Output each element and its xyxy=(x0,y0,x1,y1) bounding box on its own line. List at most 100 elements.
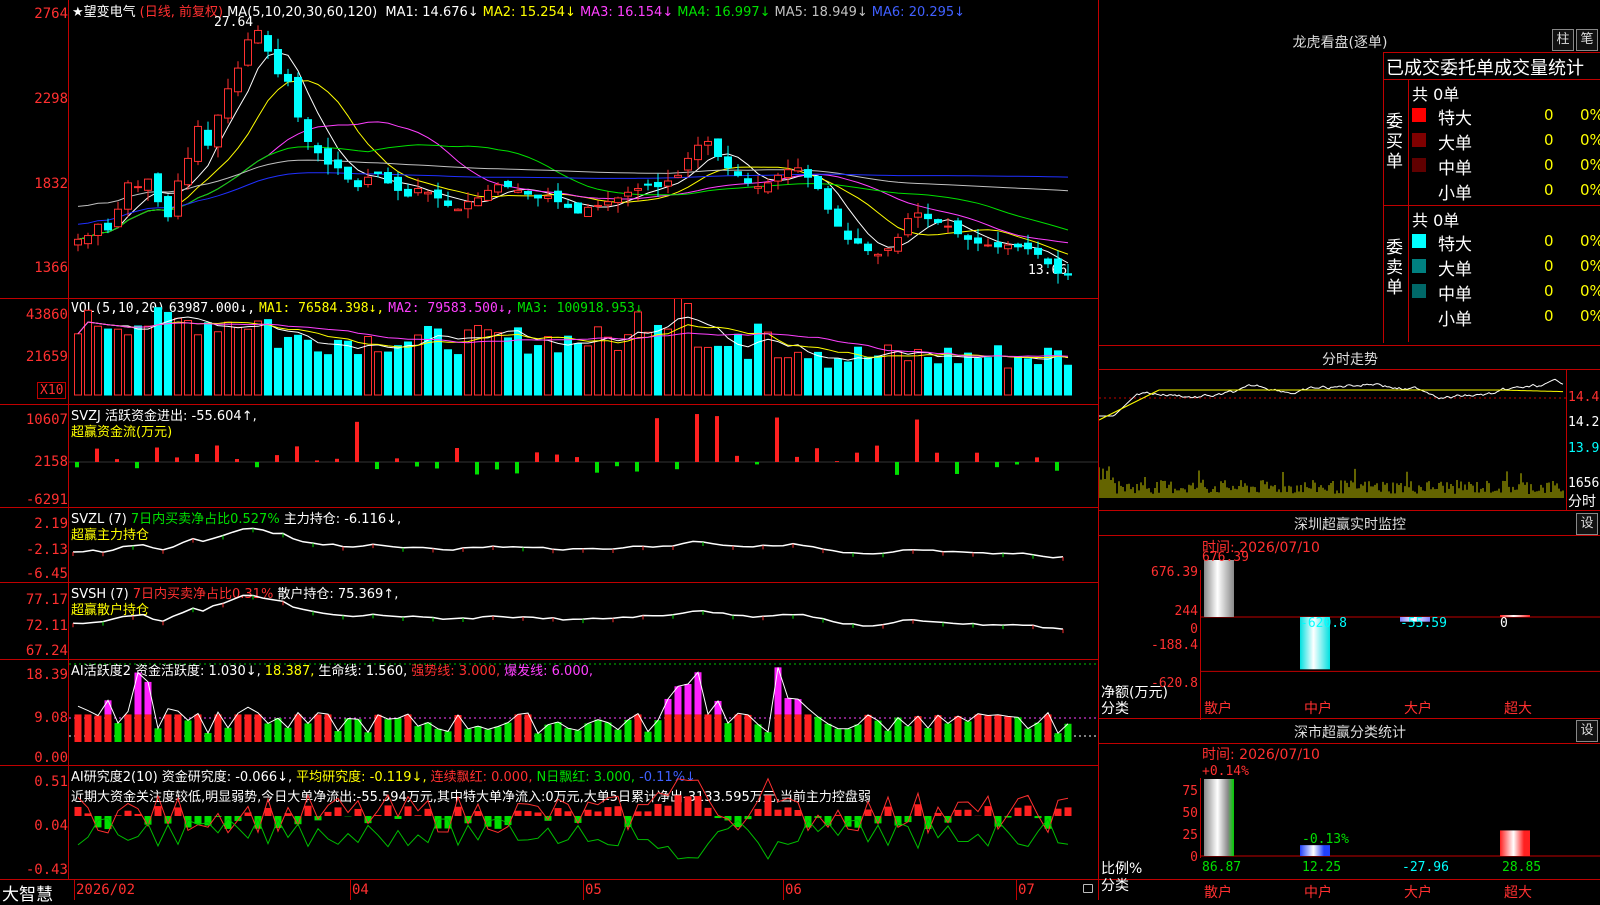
intraday-chart[interactable] xyxy=(1099,370,1566,510)
candle-body xyxy=(165,197,172,217)
active-bar xyxy=(865,715,872,742)
candle-body xyxy=(1035,248,1042,254)
active-bar xyxy=(135,714,142,742)
fund-flow-bar xyxy=(275,455,279,462)
date-axis-label: 07 xyxy=(1018,882,1035,898)
candle-body xyxy=(705,141,712,145)
fund-flow-bar xyxy=(875,446,879,462)
research-bar xyxy=(175,807,182,816)
candle-body xyxy=(375,172,382,173)
research-bar xyxy=(615,806,622,816)
lock-icon[interactable] xyxy=(1083,884,1093,893)
candle-body xyxy=(835,209,842,226)
research-bar xyxy=(375,815,382,816)
active-bar-burst xyxy=(145,682,152,715)
active-bar xyxy=(1005,716,1012,742)
monitor-category[interactable]: 散户 xyxy=(1204,698,1232,718)
candle-body xyxy=(695,145,702,159)
active-bar xyxy=(255,714,262,742)
ai-research-bars[interactable] xyxy=(69,766,1098,879)
monitor-category[interactable]: 大户 xyxy=(1404,698,1432,718)
candle-body xyxy=(725,157,732,168)
active-bar xyxy=(735,714,742,742)
classify-bar-chart[interactable] xyxy=(1200,760,1600,860)
research-bar xyxy=(335,807,342,816)
candle-body xyxy=(985,245,992,246)
classify-category[interactable]: 大户 xyxy=(1404,882,1432,902)
ai-active-bars[interactable] xyxy=(69,660,1098,765)
candle-body xyxy=(185,158,192,184)
active-bar xyxy=(385,719,392,742)
active-bar xyxy=(95,716,102,742)
candle-body xyxy=(125,183,132,209)
fund-flow-bar xyxy=(335,459,339,462)
monitor-category[interactable]: 中户 xyxy=(1304,698,1332,718)
fund-flow-bar xyxy=(135,462,139,468)
candle-body xyxy=(525,191,532,194)
candle-body xyxy=(645,184,652,185)
classify-category[interactable]: 中户 xyxy=(1304,882,1332,902)
fund-flow-bar xyxy=(475,462,479,474)
volume-bar xyxy=(935,364,942,395)
volume-bar xyxy=(1055,351,1062,395)
research-bar xyxy=(665,806,672,816)
monitor-settings-button[interactable]: 设 xyxy=(1576,513,1598,535)
classify-axis-tick: 0 xyxy=(1150,850,1198,865)
ma-line xyxy=(78,122,1068,243)
fund-flow-bar xyxy=(975,453,979,462)
volume-bar xyxy=(135,326,142,395)
classify-category[interactable]: 散户 xyxy=(1204,882,1232,902)
candle-body xyxy=(575,203,582,213)
retail-holding-line[interactable] xyxy=(69,583,1098,659)
svzj-axis-tick: 10607 xyxy=(0,412,68,428)
research-bar xyxy=(865,810,872,816)
volume-bar xyxy=(75,334,82,395)
research-bar xyxy=(755,809,762,816)
fund-flow-bar xyxy=(235,459,239,462)
classify-bar xyxy=(1500,830,1530,856)
active-bar xyxy=(165,714,172,742)
fund-flow-bar xyxy=(155,448,159,462)
intraday-axis-tick: 13.95 xyxy=(1568,441,1600,456)
order-count: 0 xyxy=(1544,307,1554,325)
candle-body xyxy=(345,167,352,179)
active-bar xyxy=(775,714,782,742)
main-holding-line[interactable] xyxy=(69,508,1098,582)
order-row: 中单00% xyxy=(1412,280,1598,302)
candle-body xyxy=(145,179,152,190)
fund-flow-bar xyxy=(775,418,779,462)
date-axis-label: 2026/02 xyxy=(76,882,135,898)
candle-body xyxy=(405,189,412,196)
fund-flow-bar xyxy=(715,416,719,462)
order-type: 特大 xyxy=(1438,230,1472,255)
active-bar xyxy=(785,714,792,742)
monitor-category[interactable]: 超大 xyxy=(1504,698,1532,718)
candle-body xyxy=(115,209,122,227)
volume-bars[interactable] xyxy=(69,299,1098,404)
candle-body xyxy=(515,190,522,192)
bar-mode-button[interactable]: 柱 xyxy=(1552,29,1574,51)
fund-flow-bars[interactable] xyxy=(69,405,1098,507)
active-bar xyxy=(565,728,572,742)
monitor-bar-chart[interactable] xyxy=(1200,560,1600,720)
classify-value-label: 28.85 xyxy=(1502,860,1541,875)
volume-bar xyxy=(325,355,332,395)
volume-bar xyxy=(925,358,932,395)
active-bar xyxy=(585,723,592,742)
tick-mode-button[interactable]: 笔 xyxy=(1576,29,1598,51)
active-bar-burst xyxy=(665,699,672,714)
volume-bar xyxy=(1015,357,1022,395)
active-bar xyxy=(945,723,952,742)
classify-category[interactable]: 超大 xyxy=(1504,882,1532,902)
volume-bar xyxy=(695,347,702,395)
active-bar xyxy=(875,721,882,742)
candlestick-chart[interactable] xyxy=(69,0,1098,298)
svsh-axis-tick: 67.24 xyxy=(0,643,68,659)
color-swatch xyxy=(1412,284,1426,298)
classify-cat-label: 分类 xyxy=(1101,875,1129,895)
volume-bar xyxy=(335,340,342,395)
svzl-axis-tick: -2.13 xyxy=(0,542,68,558)
active-bar xyxy=(965,721,972,742)
fund-flow-bar xyxy=(675,462,679,469)
classify-settings-button[interactable]: 设 xyxy=(1576,720,1598,742)
